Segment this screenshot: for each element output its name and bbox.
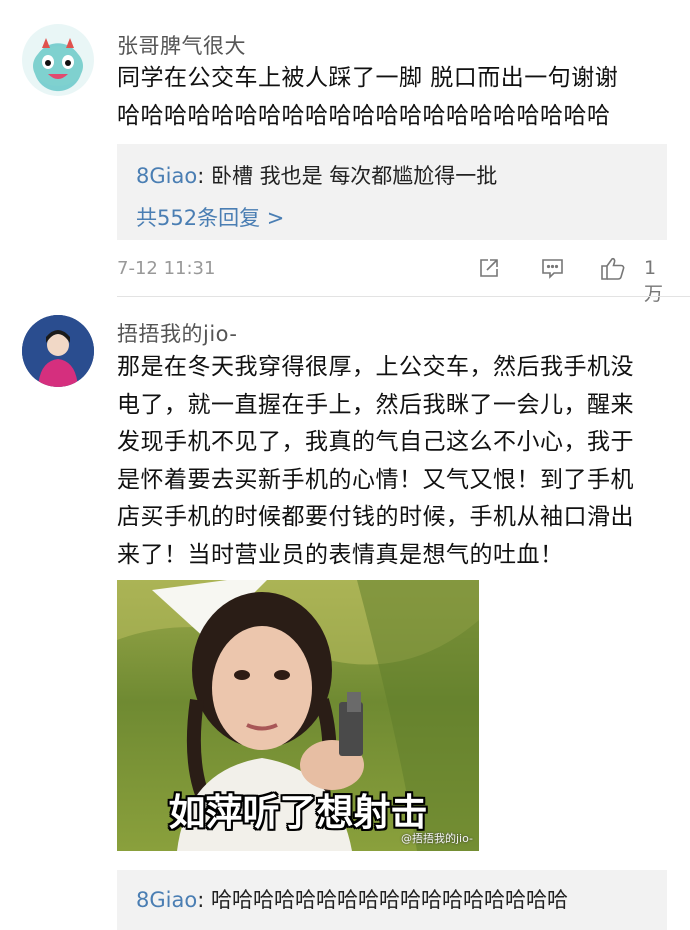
comment-text: 那是在冬天我穿得很厚，上公交车，然后我手机没 电了，就一直握在手上，然后我眯了一… bbox=[117, 349, 677, 574]
reply-text: 哈哈哈哈哈哈哈哈哈哈哈哈哈哈哈哈哈 bbox=[210, 888, 568, 912]
comment-line: 发现手机不见了，我真的气自己这么不小心，我于 bbox=[117, 429, 634, 455]
comment-line: 那是在冬天我穿得很厚，上公交车，然后我手机没 bbox=[117, 354, 634, 380]
reply-preview: 8Giao: 哈哈哈哈哈哈哈哈哈哈哈哈哈哈哈哈哈 bbox=[136, 888, 568, 912]
avatar[interactable] bbox=[22, 315, 94, 387]
comment-line: 来了！当时营业员的表情真是想气的吐血！ bbox=[117, 541, 564, 568]
comment-line: 电了，就一直握在手上，然后我眯了一会儿，醒来 bbox=[117, 391, 634, 418]
comment-line: 店买手机的时候都要付钱的时候，手机从袖口滑出 bbox=[117, 504, 634, 530]
comment-line: 是怀着要去买新手机的心情！又气又恨！到了手机 bbox=[117, 466, 634, 493]
image-caption: 如萍听了想射击 bbox=[168, 791, 428, 834]
comment-image[interactable]: 如萍听了想射击 @捂捂我的jio- bbox=[117, 580, 479, 851]
reply-username[interactable]: 8Giao bbox=[136, 888, 197, 912]
image-watermark: @捂捂我的jio- bbox=[400, 832, 473, 845]
comment-item: 捂捂我的jio- 那是在冬天我穿得很厚，上公交车，然后我手机没 电了，就一直握在… bbox=[0, 0, 690, 930]
username[interactable]: 捂捂我的jio- bbox=[117, 318, 237, 348]
reply-box[interactable]: 8Giao: 哈哈哈哈哈哈哈哈哈哈哈哈哈哈哈哈哈 bbox=[117, 870, 667, 930]
